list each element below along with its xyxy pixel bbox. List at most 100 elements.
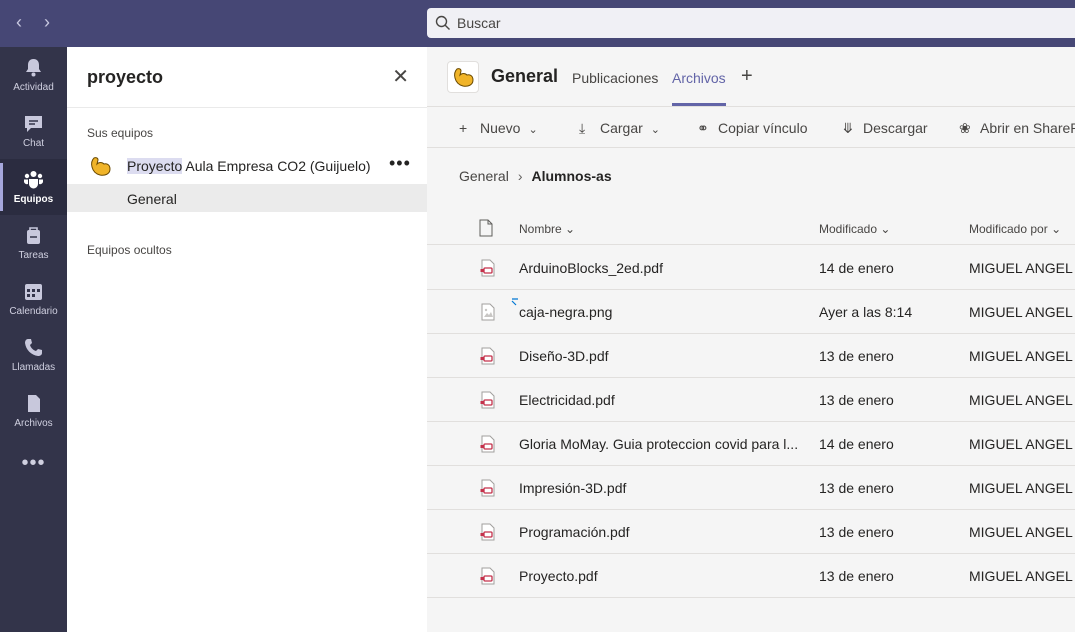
chevron-down-icon: ⌄	[880, 222, 891, 236]
breadcrumb-current: Alumnos-as	[531, 168, 612, 184]
channel-item-general[interactable]: General	[67, 184, 427, 212]
tab-files[interactable]: Archivos	[672, 70, 726, 86]
rail-item-calls[interactable]: Llamadas	[0, 327, 67, 383]
file-name[interactable]: Gloria MoMay. Guia proteccion covid para…	[519, 436, 804, 452]
file-name[interactable]: Electricidad.pdf	[519, 392, 804, 408]
channel-name: General	[127, 191, 177, 207]
table-row[interactable]: Impresión-3D.pdf 13 de enero MIGUEL ANGEL …	[427, 466, 1075, 510]
flexed-biceps-icon	[454, 68, 474, 87]
search-results-panel: proyecto ✕ Sus equipos Proyecto Aula Emp…	[67, 47, 427, 632]
chevron-down-icon: ⌄	[1051, 222, 1062, 236]
more-apps-icon[interactable]: •••	[0, 452, 67, 475]
column-header-modified[interactable]: Modificado ⌄	[819, 222, 890, 236]
rail-item-activity[interactable]: Actividad	[0, 47, 67, 103]
document-icon	[479, 219, 493, 237]
file-modified-by: MIGUEL ANGEL C	[969, 524, 1075, 540]
top-bar: ‹ › Buscar	[0, 0, 1075, 47]
rail-item-calendar[interactable]: Calendario	[0, 271, 67, 327]
download-button[interactable]: ⤋ Descargar	[842, 120, 928, 137]
table-row[interactable]: ArduinoBlocks_2ed.pdf 14 de enero MIGUEL A…	[427, 246, 1075, 290]
your-teams-label: Sus equipos	[87, 126, 154, 140]
plus-icon: +	[459, 120, 468, 136]
link-icon: ⚭	[697, 120, 709, 136]
file-modified: Ayer a las 8:14	[819, 304, 913, 320]
file-name[interactable]: Programación.pdf	[519, 524, 804, 540]
file-name[interactable]: caja-negra.png	[519, 304, 804, 320]
search-icon	[435, 15, 450, 30]
file-modified-by: MIGUEL ANGEL C	[969, 348, 1075, 364]
download-icon: ⤋	[842, 120, 854, 136]
files-toolbar: + Nuevo ⌄ ⤓ Cargar ⌄ ⚭ Copiar vínculo ⤋ Descar…	[427, 108, 1075, 148]
tasks-icon	[27, 227, 40, 244]
file-name[interactable]: Diseño-3D.pdf	[519, 348, 804, 364]
file-modified: 13 de enero	[819, 348, 894, 364]
file-modified-by: MIGUEL ANGEL C	[969, 260, 1075, 276]
rail-item-teams[interactable]: Equipos	[0, 159, 67, 215]
flexed-biceps-icon	[91, 157, 111, 176]
forward-arrow-icon[interactable]: ›	[37, 12, 57, 32]
add-tab-icon[interactable]: +	[741, 66, 753, 86]
pdf-file-icon	[480, 259, 495, 277]
file-name[interactable]: Proyecto.pdf	[519, 568, 804, 584]
search-input[interactable]: Buscar	[427, 8, 1075, 38]
table-row[interactable]: Electricidad.pdf 13 de enero MIGUEL ANGEL …	[427, 378, 1075, 422]
sharepoint-icon: ❀	[959, 120, 971, 136]
rail-item-tasks[interactable]: Tareas	[0, 215, 67, 271]
table-header: Nombre ⌄ Modificado ⌄ Modificado por ⌄	[427, 207, 1075, 245]
teams-icon	[24, 171, 43, 189]
file-modified: 13 de enero	[819, 568, 894, 584]
tab-posts[interactable]: Publicaciones	[572, 70, 658, 86]
more-options-icon[interactable]: •••	[389, 153, 411, 174]
copy-link-button[interactable]: ⚭ Copiar vínculo	[697, 120, 808, 137]
open-sharepoint-label: Abrir en SharePoint	[980, 120, 1075, 136]
team-name-rest: Aula Empresa CO2 (Guijuelo)	[182, 158, 371, 174]
breadcrumb: General › Alumnos-as	[459, 168, 612, 184]
rail-label: Llamadas	[11, 362, 56, 373]
close-icon[interactable]: ✕	[392, 67, 409, 87]
pdf-file-icon	[480, 567, 495, 585]
file-name[interactable]: ArduinoBlocks_2ed.pdf	[519, 260, 804, 276]
app-rail: Actividad Chat Equipos Tareas Calendario…	[0, 47, 67, 632]
file-modified: 13 de enero	[819, 524, 894, 540]
table-row[interactable]: Diseño-3D.pdf 13 de enero MIGUEL ANGEL C	[427, 334, 1075, 378]
chevron-down-icon: ⌄	[528, 124, 538, 136]
team-item[interactable]: Proyecto Aula Empresa CO2 (Guijuelo) •••	[67, 149, 427, 183]
pdf-file-icon	[480, 523, 495, 541]
channel-title: General	[491, 66, 559, 86]
rail-item-files[interactable]: Archivos	[0, 383, 67, 439]
table-row[interactable]: Gloria MoMay. Guia proteccion covid para…	[427, 422, 1075, 466]
hidden-teams-label[interactable]: Equipos ocultos	[87, 243, 172, 257]
team-name: Proyecto Aula Empresa CO2 (Guijuelo)	[127, 158, 371, 174]
table-row[interactable]: caja-negra.png Ayer a las 8:14 MIGUEL ANGE…	[427, 290, 1075, 334]
back-arrow-icon[interactable]: ‹	[9, 12, 29, 32]
pdf-file-icon	[480, 435, 495, 453]
channel-header: General Publicaciones Archivos +	[427, 47, 1075, 107]
breadcrumb-root[interactable]: General	[459, 168, 509, 184]
upload-icon: ⤓	[579, 120, 586, 136]
chat-icon	[25, 116, 42, 132]
download-label: Descargar	[863, 120, 928, 136]
table-row[interactable]: Proyecto.pdf 13 de enero MIGUEL ANGEL C	[427, 554, 1075, 598]
new-button[interactable]: + Nuevo ⌄	[459, 120, 538, 136]
column-name-label: Nombre	[519, 222, 562, 236]
column-modified-by-label: Modificado por	[969, 222, 1048, 236]
upload-button[interactable]: ⤓ Cargar ⌄	[579, 120, 660, 137]
pdf-file-icon	[480, 347, 495, 365]
image-file-icon	[481, 303, 495, 321]
open-sharepoint-button[interactable]: ❀ Abrir en SharePoint	[959, 120, 1075, 137]
table-row[interactable]: Programación.pdf 13 de enero MIGUEL ANGEL …	[427, 510, 1075, 554]
calendar-icon	[25, 284, 42, 300]
panel-header: proyecto ✕	[67, 47, 427, 108]
pdf-file-icon	[480, 479, 495, 497]
column-header-name[interactable]: Nombre ⌄	[519, 222, 575, 236]
file-modified-by: MIGUEL ANGEL C	[969, 436, 1075, 452]
rail-label: Calendario	[9, 306, 58, 317]
upload-label: Cargar	[600, 120, 643, 136]
bell-icon	[26, 59, 41, 77]
rail-item-chat[interactable]: Chat	[0, 103, 67, 159]
search-highlight: Proyecto	[127, 158, 183, 174]
sync-icon	[511, 298, 518, 306]
column-header-modified-by[interactable]: Modificado por ⌄	[969, 222, 1061, 236]
column-modified-label: Modificado	[819, 222, 878, 236]
file-name[interactable]: Impresión-3D.pdf	[519, 480, 804, 496]
